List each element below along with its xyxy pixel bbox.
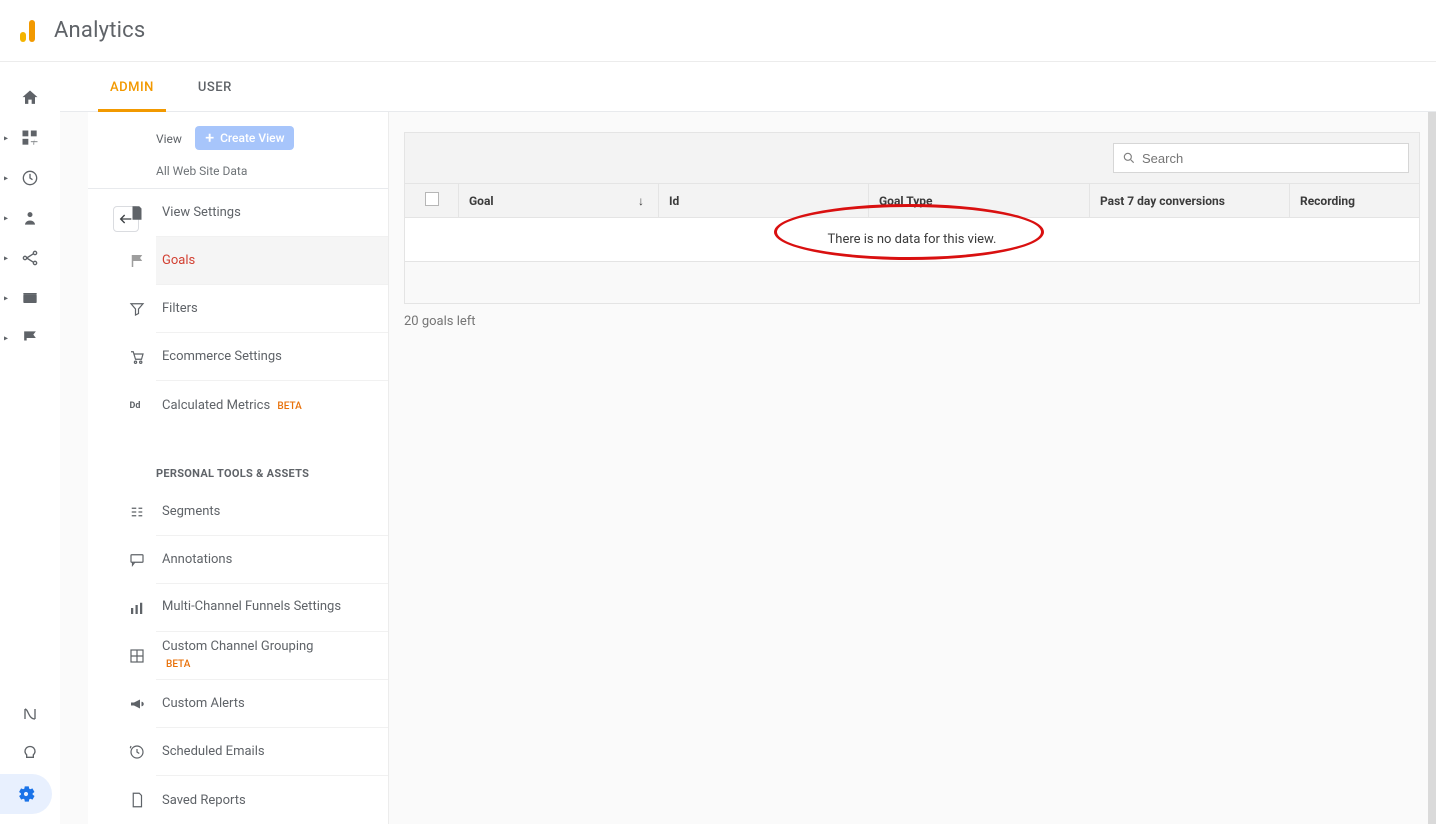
plus-icon: + [205,130,214,146]
analytics-logo-icon [14,18,40,44]
view-label: View [156,132,182,146]
rail-audience[interactable]: ▸ [0,198,60,238]
sort-down-icon: ↓ [638,194,644,208]
no-data-message: There is no data for this view. [405,218,1420,262]
left-rail: ▸ ▸ ▸ ▸ ▸ ▸ [0,62,60,824]
top-header: Analytics [0,0,1436,62]
grouping-icon [126,647,148,665]
create-view-button[interactable]: + Create View [195,126,294,150]
goals-table: Goal↓ Id Goal Type Past 7 day conversion… [404,183,1420,304]
rail-admin[interactable] [0,774,52,814]
table-footer [405,262,1420,304]
megaphone-icon [126,695,148,713]
nav-channel-grouping[interactable]: Custom Channel GroupingBETA [156,632,388,680]
nav-view-settings[interactable]: View Settings [156,189,388,237]
search-field[interactable] [1113,143,1409,173]
dd-icon: Dd [126,396,148,414]
rail-conversions[interactable]: ▸ [0,318,60,358]
clock-arrow-icon [126,743,148,761]
comment-icon [126,551,148,569]
svg-text:Dd: Dd [130,401,141,411]
rail-attribution[interactable] [0,694,60,734]
tab-admin[interactable]: ADMIN [88,62,176,112]
nav-annotations[interactable]: Annotations [156,536,388,584]
file-icon [126,204,148,222]
rail-home[interactable] [0,78,60,118]
col-goal[interactable]: Goal↓ [459,184,659,218]
funnel-icon [126,300,148,318]
admin-tabs: ADMIN USER [60,62,1436,112]
cart-icon [126,348,148,366]
main-content: Goal↓ Id Goal Type Past 7 day conversion… [388,112,1436,824]
col-conversions[interactable]: Past 7 day conversions [1090,184,1290,218]
rail-dashboards[interactable]: ▸ [0,118,60,158]
personal-tools-header: PERSONAL TOOLS & ASSETS [88,447,388,488]
nav-goals[interactable]: Goals [156,237,388,285]
segments-icon [126,503,148,521]
app-title: Analytics [54,18,145,43]
col-goal-type[interactable]: Goal Type [869,184,1090,218]
search-input[interactable] [1142,151,1400,166]
nav-filters[interactable]: Filters [156,285,388,333]
tab-user[interactable]: USER [176,62,254,112]
nav-mcf-settings[interactable]: Multi-Channel Funnels Settings [156,584,388,632]
document-icon [126,791,148,809]
right-scrollbar[interactable] [1428,112,1436,824]
flag-icon [126,252,148,270]
analytics-logo: Analytics [14,18,145,44]
view-side-panel: View + Create View All Web Site Data Vie… [88,112,388,824]
goals-remaining: 20 goals left [404,314,1420,329]
nav-segments[interactable]: Segments [156,488,388,536]
nav-saved-reports[interactable]: Saved Reports [156,776,388,824]
col-checkbox[interactable] [405,184,459,218]
nav-ecommerce[interactable]: Ecommerce Settings [156,333,388,381]
rail-acquisition[interactable]: ▸ [0,238,60,278]
toolbar [404,132,1420,183]
search-icon [1122,151,1136,165]
rail-realtime[interactable]: ▸ [0,158,60,198]
admin-body: View + Create View All Web Site Data Vie… [60,112,1436,824]
nav-calculated-metrics[interactable]: Dd Calculated Metrics BETA [156,381,388,429]
rail-discover[interactable] [0,734,60,774]
col-id[interactable]: Id [659,184,869,218]
col-recording[interactable]: Recording [1290,184,1420,218]
create-view-label: Create View [220,131,284,145]
nav-scheduled-emails[interactable]: Scheduled Emails [156,728,388,776]
bars-icon [126,599,148,617]
rail-behavior[interactable]: ▸ [0,278,60,318]
view-name[interactable]: All Web Site Data [156,164,388,178]
nav-custom-alerts[interactable]: Custom Alerts [156,680,388,728]
